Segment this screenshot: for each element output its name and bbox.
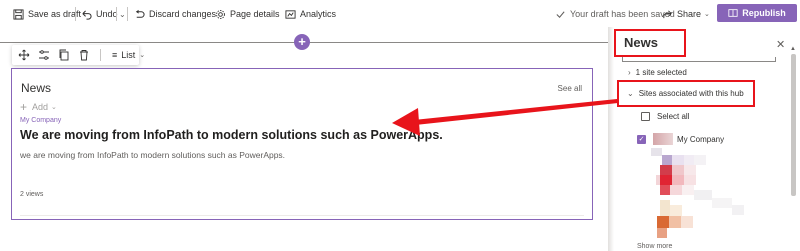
- plus-icon: +: [298, 34, 306, 49]
- close-icon[interactable]: ✕: [776, 38, 785, 51]
- site-selected-label: 1 site selected: [635, 68, 687, 77]
- site-checkbox-row[interactable]: ✓ My Company: [637, 133, 724, 145]
- share-chevron-down-icon: ⌄: [704, 11, 710, 18]
- edit-icon[interactable]: [38, 49, 50, 61]
- save-as-draft-label: Save as draft: [28, 9, 82, 19]
- move-icon[interactable]: [18, 49, 30, 61]
- select-all-label: Select all: [657, 112, 690, 121]
- copy-icon[interactable]: [58, 49, 70, 61]
- separator: [75, 7, 76, 21]
- draft-status-label: Your draft has been saved: [570, 9, 675, 19]
- command-bar: Save as draft Undo ⌄ Discard changes Pag…: [0, 0, 800, 27]
- republish-button[interactable]: Republish: [717, 4, 797, 22]
- undo-button[interactable]: Undo: [81, 7, 118, 21]
- news-view-count: 2 views: [20, 191, 44, 198]
- news-headline-link[interactable]: We are moving from InfoPath to modern so…: [20, 128, 443, 142]
- share-icon: [663, 10, 672, 18]
- site-selected-toggle[interactable]: › 1 site selected: [628, 68, 687, 77]
- draft-saved-status: Your draft has been saved: [555, 7, 675, 21]
- annotation-box-news: [614, 29, 686, 57]
- republish-label: Republish: [742, 8, 786, 18]
- webpart-toolbar: ≡ List ⌄: [12, 45, 145, 65]
- show-more-link[interactable]: Show more: [637, 243, 672, 250]
- see-all-link[interactable]: See all: [558, 84, 582, 93]
- add-section-button[interactable]: +: [294, 34, 310, 50]
- webpart-title: News: [21, 81, 52, 95]
- separator: [116, 7, 117, 21]
- chevron-down-icon: ⌄: [51, 104, 57, 111]
- plus-icon: +: [20, 100, 28, 114]
- share-button[interactable]: Share ⌄: [662, 7, 710, 21]
- analytics-icon: [285, 9, 296, 19]
- checked-checkbox[interactable]: ✓: [637, 134, 646, 144]
- undo-label: Undo: [96, 9, 118, 19]
- share-label: Share: [677, 9, 702, 19]
- news-webpart[interactable]: News See all + Add ⌄ My Company We are m…: [11, 68, 593, 220]
- discard-changes-button[interactable]: Discard changes: [134, 7, 216, 21]
- page-details-button[interactable]: Page details: [215, 7, 280, 21]
- separator: [100, 49, 101, 61]
- select-all-checkbox[interactable]: Select all: [641, 112, 689, 121]
- list-icon: ≡: [112, 50, 118, 60]
- add-label: Add: [32, 102, 49, 112]
- checkbox[interactable]: [641, 112, 650, 121]
- add-news-button[interactable]: + Add ⌄: [20, 100, 57, 114]
- news-site-name: My Company: [20, 117, 62, 124]
- layout-label: List: [121, 50, 136, 60]
- page-details-label: Page details: [230, 9, 280, 19]
- discard-changes-label: Discard changes: [149, 9, 217, 19]
- save-icon: [13, 8, 24, 20]
- news-description: we are moving from InfoPath to modern so…: [20, 150, 286, 160]
- news-divider: [20, 215, 584, 216]
- site-name-label: My Company: [677, 134, 725, 144]
- discard-icon: [135, 9, 145, 18]
- annotation-box-sites: [617, 80, 755, 107]
- scroll-up-icon[interactable]: ▲: [790, 46, 796, 52]
- site-logo: [653, 133, 673, 145]
- chevron-down-icon: ⌄: [139, 52, 146, 59]
- republish-icon: [728, 9, 738, 17]
- analytics-button[interactable]: Analytics: [285, 7, 336, 21]
- analytics-label: Analytics: [300, 9, 337, 19]
- undo-icon: [82, 9, 92, 20]
- chevron-right-icon: ›: [628, 68, 631, 77]
- pane-shadow: [608, 27, 614, 251]
- check-icon: [556, 10, 565, 18]
- save-as-draft-button[interactable]: Save as draft: [13, 7, 81, 21]
- delete-icon[interactable]: [78, 49, 90, 61]
- pane-scrollbar[interactable]: [791, 54, 796, 196]
- layout-dropdown[interactable]: ≡ List ⌄: [112, 50, 145, 60]
- gear-icon: [216, 9, 225, 19]
- pane-field: [622, 57, 776, 62]
- separator: [127, 7, 128, 21]
- undo-dropdown-chevron-icon[interactable]: ⌄: [119, 7, 126, 21]
